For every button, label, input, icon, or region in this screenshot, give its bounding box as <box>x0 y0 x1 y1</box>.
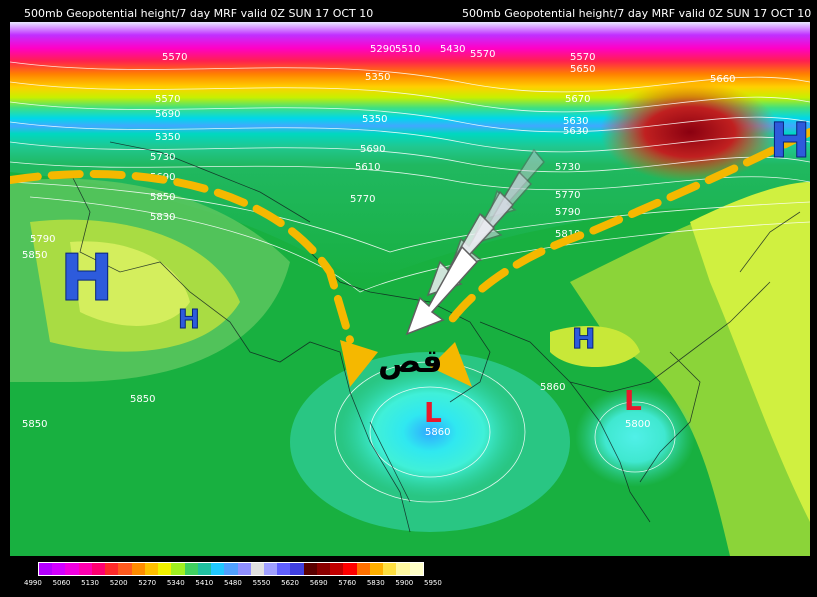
colorbar-swatch <box>184 563 198 575</box>
contour-label: 5660 <box>710 74 735 85</box>
colorbar-tick-label: 5550 <box>252 579 271 587</box>
colorbar-area: 4990 5060 5130 5200 5270 5340 5410 5480 5550 5620… <box>10 560 810 594</box>
colorbar-tick-label: 5340 <box>166 579 185 587</box>
low-pressure-marker: L <box>624 384 642 417</box>
colorbar-swatch <box>277 563 291 575</box>
colorbar-swatch <box>65 563 79 575</box>
contour-label: 5850 <box>130 394 155 405</box>
colorbar-swatch <box>409 563 423 575</box>
colorbar-swatch <box>316 563 331 575</box>
contour-label: 5770 <box>555 190 580 201</box>
colorbar-swatch <box>197 563 212 575</box>
arabic-label: قص <box>378 342 443 380</box>
colorbar-swatch <box>224 563 238 575</box>
map-title-left: 500mb Geopotential height/7 day MRF vali… <box>24 7 374 20</box>
contour-label: 5350 <box>362 114 387 125</box>
contour-label: 5690 <box>360 144 385 155</box>
contour-label: 5570 <box>470 49 495 60</box>
colorbar-tick-label: 5480 <box>224 579 242 587</box>
high-pressure-marker: H <box>178 305 200 335</box>
colorbar-tick-label: 5200 <box>109 579 128 587</box>
colorbar-swatch <box>131 563 145 575</box>
contour-label: 5650 <box>570 64 595 75</box>
colorbar-swatch <box>343 563 357 575</box>
colorbar-tick-label: 4990 <box>24 579 42 587</box>
colorbar-swatch <box>290 563 304 575</box>
colorbar-swatch <box>263 563 278 575</box>
contour-label: 5630 <box>563 126 588 137</box>
low-pressure-marker: L <box>424 396 442 429</box>
colorbar-swatch <box>39 563 53 575</box>
colorbar <box>38 562 424 576</box>
contour-label: 5730 <box>150 152 175 163</box>
colorbar-swatch <box>158 563 172 575</box>
contour-label: 5800 <box>625 419 650 430</box>
colorbar-tick-label: 5060 <box>52 579 71 587</box>
colorbar-swatch <box>118 563 132 575</box>
contour-label: 5570 <box>162 52 187 63</box>
high-pressure-marker: H <box>770 113 810 169</box>
contour-label: 5610 <box>355 162 380 173</box>
contour-label: 5850 <box>22 250 47 261</box>
colorbar-tick-label: 5410 <box>195 579 214 587</box>
contour-label: 5670 <box>565 94 590 105</box>
contour-label: 5850 <box>22 419 47 430</box>
colorbar-swatch <box>383 563 397 575</box>
colorbar-swatch <box>250 563 264 575</box>
colorbar-tick-label: 5760 <box>338 579 357 587</box>
high-pressure-marker: H <box>572 322 595 355</box>
contour-label: 5570 <box>155 94 180 105</box>
contour-label: 5690 <box>155 109 180 120</box>
contour-label: 5790 <box>555 207 580 218</box>
colorbar-swatch <box>105 563 119 575</box>
colorbar-swatch <box>171 563 185 575</box>
map-title-right: 500mb Geopotential height/7 day MRF vali… <box>462 7 812 20</box>
colorbar-tick-label: 5950 <box>424 579 442 587</box>
colorbar-swatch <box>303 563 317 575</box>
colorbar-swatch <box>91 563 106 575</box>
contour-label: 5630 <box>563 116 588 127</box>
contour-label: 5570 <box>570 52 595 63</box>
geopotential-map: 5570 5290 5350 5510 5430 5570 5350 5570 … <box>10 22 810 556</box>
colorbar-tick-label: 5270 <box>138 579 157 587</box>
contour-label: 5790 <box>30 234 55 245</box>
colorbar-swatch <box>211 563 225 575</box>
colorbar-tick-label: 5620 <box>281 579 299 587</box>
colorbar-swatch <box>356 563 370 575</box>
colorbar-swatch <box>396 563 410 575</box>
contour-label: 5350 <box>365 72 390 83</box>
contour-label: 5730 <box>555 162 580 173</box>
high-pressure-marker: H <box>60 242 114 316</box>
colorbar-tick-label: 5130 <box>81 579 99 587</box>
contour-label: 5860 <box>540 382 565 393</box>
contour-label: 5510 <box>395 44 420 55</box>
colorbar-swatch <box>78 563 92 575</box>
contour-label: 5430 <box>440 44 465 55</box>
colorbar-swatch <box>369 563 384 575</box>
colorbar-swatch <box>237 563 251 575</box>
colorbar-swatch <box>330 563 344 575</box>
contour-label: 5290 <box>370 44 395 55</box>
colorbar-tick-label: 5900 <box>395 579 414 587</box>
colorbar-swatch <box>144 563 159 575</box>
colorbar-tick-label: 5830 <box>366 579 385 587</box>
contour-label: 5850 <box>150 192 175 203</box>
colorbar-swatch <box>52 563 66 575</box>
contour-label: 5830 <box>150 212 175 223</box>
contour-label: 5770 <box>350 194 375 205</box>
colorbar-tick-label: 5690 <box>309 579 328 587</box>
contour-label: 5350 <box>155 132 180 143</box>
